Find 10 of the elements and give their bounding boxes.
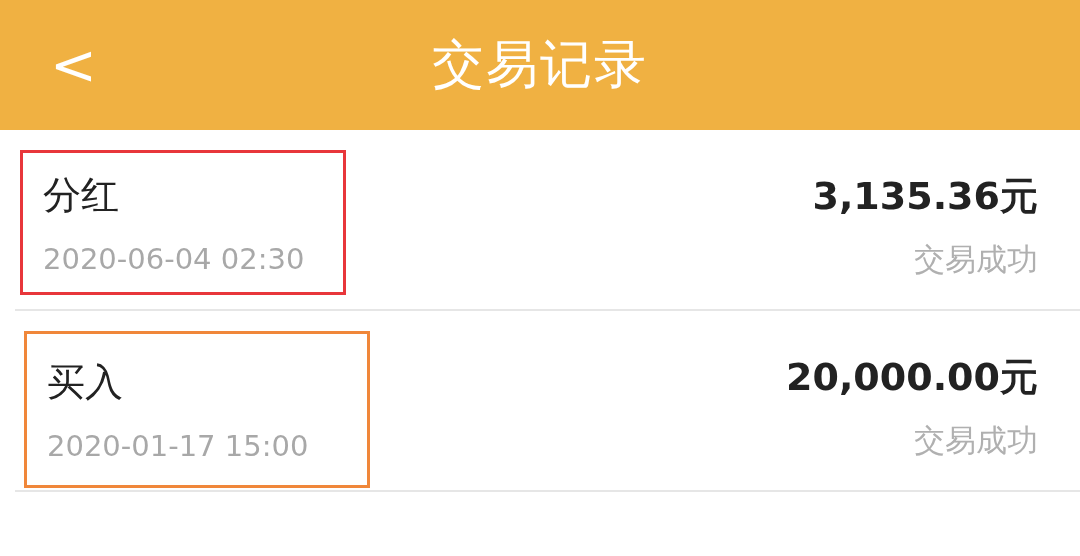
transaction-status: 交易成功 [914,421,1038,459]
transaction-amount: 20,000.00元 [786,354,1038,401]
transaction-time: 2020-06-04 02:30 [43,241,306,277]
transaction-type: 买入 [47,359,124,406]
transaction-type: 分红 [43,172,120,219]
transaction-status: 交易成功 [914,240,1038,278]
back-button[interactable]: < [40,35,107,95]
page-title: 交易记录 [432,33,648,96]
transaction-amount: 3,135.36元 [812,173,1038,220]
transaction-time: 2020-01-17 15:00 [47,428,310,464]
